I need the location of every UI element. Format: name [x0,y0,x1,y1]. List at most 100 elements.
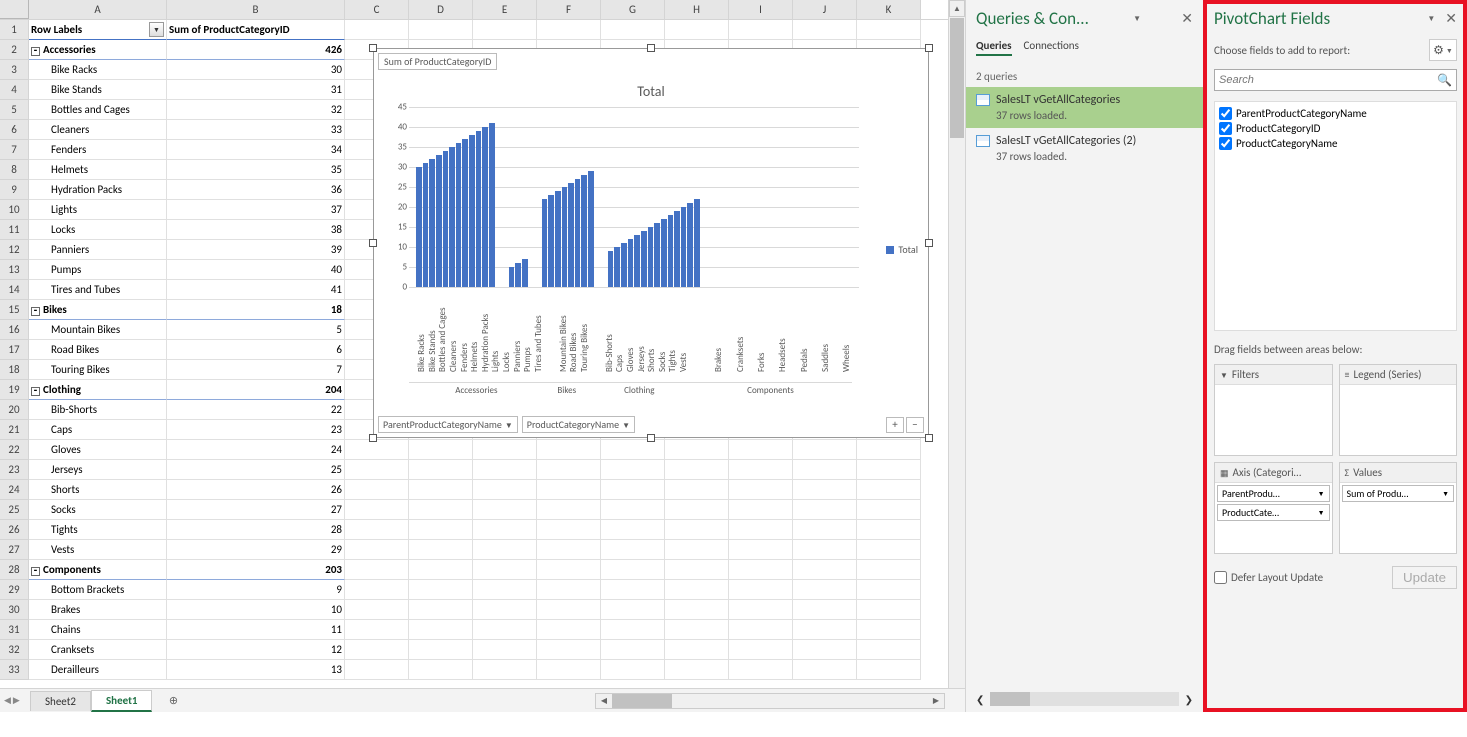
cell[interactable] [665,520,729,540]
cell[interactable] [409,20,473,40]
cell[interactable] [793,640,857,660]
new-sheet-button[interactable]: ⊕ [162,690,184,712]
resize-handle[interactable] [369,239,377,247]
cell[interactable]: 41 [167,280,345,300]
sheet-nav-arrows[interactable]: ◀▶ [4,695,20,706]
cell[interactable] [793,660,857,680]
column-header-f[interactable]: F [537,0,601,19]
close-fields-pane[interactable]: ✕ [1445,10,1457,27]
column-header-g[interactable]: G [601,0,665,19]
field-item[interactable]: ProductCategoryName [1217,136,1454,151]
chart-bar[interactable] [429,159,435,287]
sheet-tab-sheet2[interactable]: Sheet2 [30,691,91,711]
cell[interactable]: Chains [29,620,167,640]
cell[interactable] [665,560,729,580]
row-header[interactable]: 5 [0,100,29,120]
cell[interactable] [857,560,921,580]
cell[interactable] [345,660,409,680]
cell[interactable] [473,560,537,580]
cell[interactable]: 426 [167,40,345,60]
field-item[interactable]: ParentProductCategoryName [1217,106,1454,121]
cell[interactable] [409,600,473,620]
cell[interactable] [601,560,665,580]
cell[interactable]: Sum of ProductCategoryID [167,20,345,40]
legend-area[interactable]: Legend (Series) [1339,364,1458,456]
row-header[interactable]: 32 [0,640,29,660]
cell[interactable] [409,540,473,560]
cell[interactable] [409,500,473,520]
cell[interactable]: Bottom Brackets [29,580,167,600]
cell[interactable] [409,640,473,660]
cell[interactable] [537,600,601,620]
cell[interactable] [857,20,921,40]
row-header[interactable]: 16 [0,320,29,340]
chart-bar[interactable] [621,243,627,287]
cell[interactable]: 35 [167,160,345,180]
cell[interactable] [857,480,921,500]
cell[interactable]: Bottles and Cages [29,100,167,120]
cell[interactable]: Socks [29,500,167,520]
row-header[interactable]: 14 [0,280,29,300]
chart-bar[interactable] [588,171,594,287]
cell[interactable] [729,600,793,620]
row-header[interactable]: 11 [0,220,29,240]
cell[interactable]: Row Labels▼ [29,20,167,40]
close-queries-pane[interactable]: ✕ [1181,10,1193,27]
cell[interactable]: Shorts [29,480,167,500]
cell[interactable] [793,580,857,600]
cell[interactable]: Road Bikes [29,340,167,360]
cell[interactable] [473,540,537,560]
cell[interactable]: 23 [167,420,345,440]
cell[interactable] [729,20,793,40]
cell[interactable]: Lights [29,200,167,220]
cell[interactable]: Jerseys [29,460,167,480]
cell[interactable] [537,620,601,640]
scroll-right-arrow[interactable]: ▶ [928,694,944,708]
chart-bar[interactable] [522,259,528,287]
field-list-options-button[interactable]: ⚙ ▼ [1429,39,1457,61]
update-button[interactable]: Update [1392,566,1457,589]
chart-plot-area[interactable]: 051015202530354045 Bike RacksBike Stands… [384,107,859,337]
cell[interactable] [537,440,601,460]
chart-legend[interactable]: Total [886,243,918,256]
cell[interactable] [857,620,921,640]
row-header[interactable]: 33 [0,660,29,680]
resize-handle[interactable] [369,434,377,442]
column-header-k[interactable]: K [857,0,921,19]
cell[interactable] [729,540,793,560]
chart-bar[interactable] [555,191,561,287]
cell[interactable] [729,460,793,480]
chart-bar[interactable] [568,183,574,287]
row-header[interactable]: 25 [0,500,29,520]
chart-bar[interactable] [634,235,640,287]
column-header-h[interactable]: H [665,0,729,19]
cell[interactable]: 27 [167,500,345,520]
chart-filter-parent-category[interactable]: ParentProductCategoryName [378,416,518,433]
qscroll-thumb[interactable] [990,692,1030,706]
cell[interactable] [537,660,601,680]
chart-bar[interactable] [469,135,475,287]
cell[interactable]: Bike Racks [29,60,167,80]
cell[interactable] [665,640,729,660]
hscroll-thumb[interactable] [612,694,672,708]
row-header[interactable]: 2 [0,40,29,60]
column-header-b[interactable]: B [167,0,345,19]
cell[interactable]: 26 [167,480,345,500]
cell[interactable]: -Clothing [29,380,167,400]
tab-queries[interactable]: Queries [976,39,1012,56]
cell[interactable] [793,600,857,620]
cell[interactable]: 28 [167,520,345,540]
cell[interactable] [665,540,729,560]
cell[interactable] [345,20,409,40]
cell[interactable] [793,480,857,500]
chart-bar[interactable] [661,219,667,287]
column-header-a[interactable]: A [29,0,167,19]
cell[interactable] [793,540,857,560]
cell[interactable] [601,600,665,620]
row-header[interactable]: 13 [0,260,29,280]
row-header[interactable]: 30 [0,600,29,620]
column-header-e[interactable]: E [473,0,537,19]
cell[interactable]: 11 [167,620,345,640]
cell[interactable] [345,480,409,500]
scroll-left-arrow[interactable]: ◀ [596,694,612,708]
